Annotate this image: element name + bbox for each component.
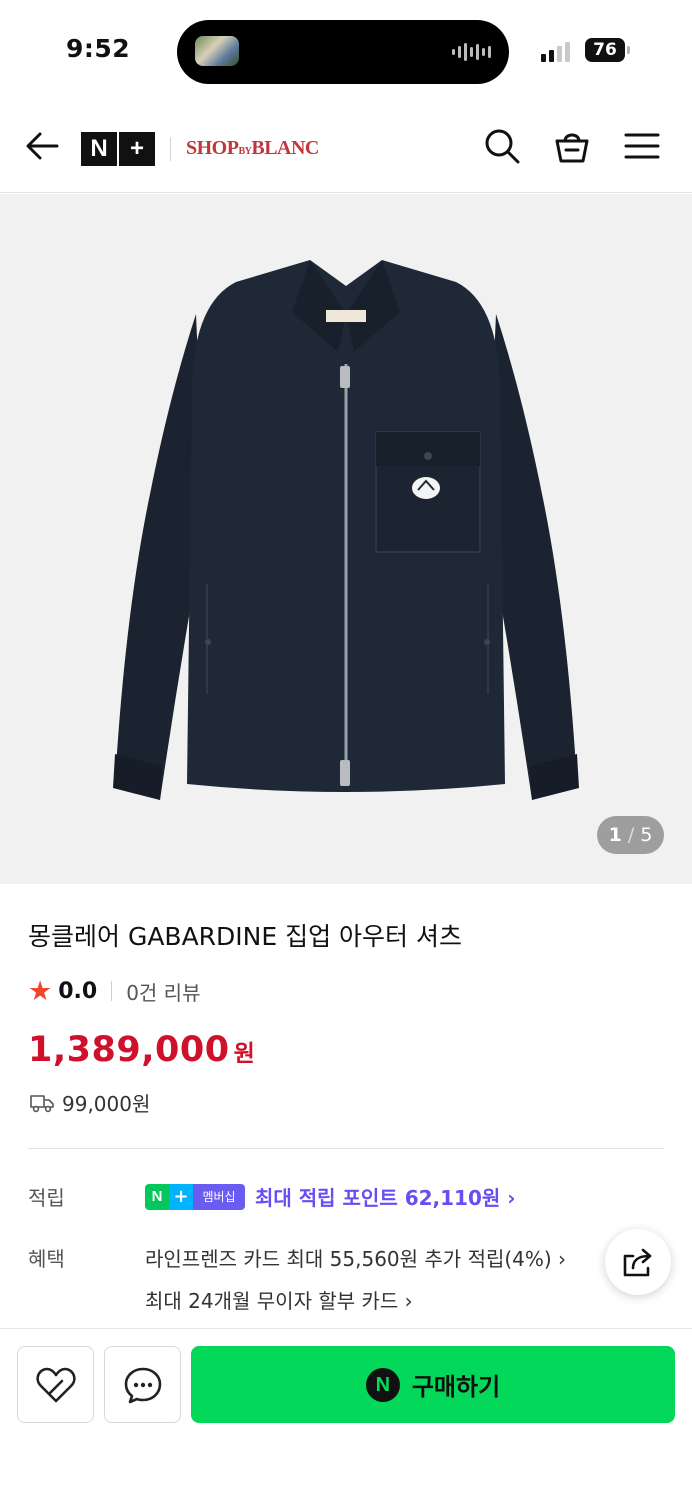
back-arrow-icon [26, 132, 59, 160]
dynamic-island [177, 20, 509, 84]
naver-plus-membership-badge: N + 멤버십 [145, 1183, 245, 1210]
section-divider [28, 1148, 664, 1149]
share-icon [623, 1248, 652, 1277]
product-image-gallery[interactable] [0, 194, 692, 884]
now-playing-artwork [195, 36, 239, 66]
hamburger-menu-icon [624, 133, 660, 159]
bottom-action-bar: N 구매하기 [0, 1328, 692, 1500]
buy-now-button[interactable]: N 구매하기 [191, 1346, 675, 1423]
buy-now-label: 구매하기 [411, 1373, 501, 1401]
jacket-product-photo [113, 260, 579, 800]
share-button[interactable] [605, 1229, 671, 1295]
search-icon [485, 129, 520, 164]
card-points-benefit-link[interactable]: 라인프렌즈 카드 최대 55,560원 추가 적립(4%) › [145, 1243, 566, 1272]
shipping-row: 99,000원 [30, 1088, 150, 1117]
shop-logo-part-3: BLANC [251, 137, 319, 159]
image-current-index: 1 [608, 824, 622, 846]
audio-waveform-icon [452, 42, 491, 62]
cart-button[interactable] [550, 124, 594, 168]
cellular-signal-icon [541, 40, 570, 62]
status-time: 9:52 [66, 34, 131, 63]
chat-bubble-icon [124, 1367, 161, 1403]
rating-divider [111, 981, 113, 1001]
points-label: 적립 [28, 1186, 65, 1210]
shop-logo-part-1: SHOP [186, 137, 239, 159]
naver-plus-logo[interactable]: N + [81, 132, 155, 166]
top-header: N + SHOPBYBLANC [0, 100, 692, 193]
shop-by-blanc-logo[interactable]: SHOPBYBLANC [186, 137, 319, 160]
logo-plus: + [119, 132, 155, 166]
naver-pay-n-icon: N [365, 1367, 400, 1402]
logo-n: N [81, 132, 117, 166]
battery-tip [627, 46, 630, 54]
delivery-truck-icon [30, 1094, 54, 1112]
review-count-link[interactable]: 0건 리뷰 [126, 977, 200, 1006]
product-price: 1,389,000 [28, 1030, 230, 1070]
max-points-text: 최대 적립 포인트 62,110원 › [255, 1186, 516, 1210]
badge-plus: + [169, 1183, 193, 1210]
back-button[interactable] [20, 124, 64, 168]
badge-membership: 멤버십 [193, 1183, 245, 1210]
shop-logo-part-2: BY [238, 146, 252, 157]
price-currency: 원 [233, 1041, 255, 1067]
talk-talk-inquiry-button[interactable] [104, 1346, 181, 1423]
image-total-count: 5 [640, 824, 653, 846]
star-icon: ★ [28, 975, 53, 1007]
price-row: 1,389,000 원 [28, 1030, 255, 1070]
status-bar: 9:52 76 [0, 0, 692, 100]
benefits-label: 혜택 [28, 1247, 65, 1271]
rating-row[interactable]: ★ 0.0 0건 리뷰 [28, 975, 201, 1007]
wishlist-button[interactable] [17, 1346, 94, 1423]
search-button[interactable] [480, 124, 524, 168]
battery-indicator: 76 [585, 38, 625, 62]
rating-value: 0.0 [58, 978, 98, 1004]
shipping-fee: 99,000원 [62, 1092, 151, 1116]
menu-button[interactable] [620, 124, 664, 168]
installment-benefit-link[interactable]: 최대 24개월 무이자 할부 카드 › [145, 1285, 413, 1314]
heart-icon [35, 1367, 76, 1402]
product-title: 몽클레어 GABARDINE 집업 아우터 셔츠 [28, 922, 463, 951]
shopping-basket-icon [555, 133, 589, 163]
header-divider [170, 137, 171, 161]
image-counter: 1 / 5 [597, 816, 664, 854]
membership-points-link[interactable]: N + 멤버십 최대 적립 포인트 62,110원 › [145, 1182, 515, 1211]
image-counter-separator: / [627, 824, 635, 846]
badge-n: N [145, 1183, 169, 1210]
